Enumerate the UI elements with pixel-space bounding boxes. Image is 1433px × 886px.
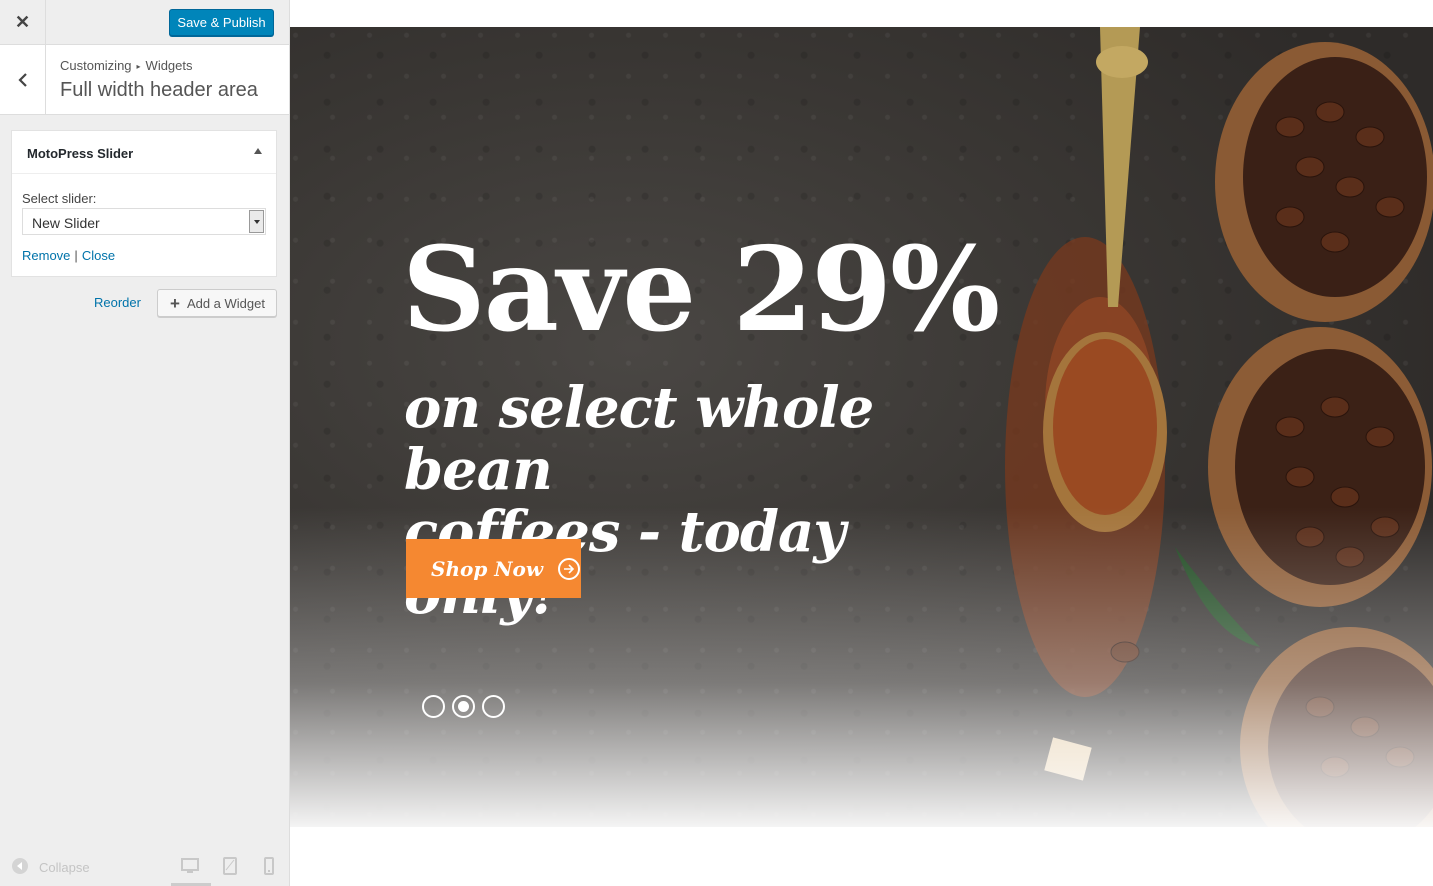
tablet-icon[interactable] bbox=[221, 857, 239, 875]
add-widget-label: Add a Widget bbox=[186, 295, 265, 311]
slider-pagination bbox=[422, 695, 505, 718]
slide-dot-3[interactable] bbox=[482, 695, 505, 718]
remove-widget-link[interactable]: Remove bbox=[22, 248, 70, 263]
widget-header[interactable]: MotoPress Slider bbox=[12, 131, 276, 174]
slider-select[interactable]: New Slider bbox=[22, 208, 266, 235]
site-preview: Save 29% on select whole bean coffees - … bbox=[290, 0, 1433, 886]
save-publish-button[interactable]: Save & Publish bbox=[169, 9, 274, 36]
arrow-right-circle-icon bbox=[558, 557, 581, 580]
back-button[interactable] bbox=[0, 45, 46, 115]
widget-actions: Remove | Close bbox=[22, 248, 115, 263]
customizer-sidebar: ✕ Save & Publish Customizing ▸ Widgets Ful… bbox=[0, 0, 290, 886]
shop-now-label: Shop Now bbox=[431, 556, 544, 581]
mobile-icon[interactable] bbox=[260, 857, 278, 875]
breadcrumb-separator-icon: ▸ bbox=[136, 62, 141, 71]
select-slider-label: Select slider: bbox=[22, 191, 97, 206]
slider-select-value: New Slider bbox=[32, 215, 100, 231]
section-header: Customizing ▸ Widgets Full width header ar… bbox=[0, 45, 289, 115]
desktop-icon[interactable] bbox=[181, 857, 199, 875]
chevron-left-icon bbox=[17, 73, 27, 87]
slide-subheadline-line1: on select whole bean bbox=[404, 375, 874, 503]
widget-title: MotoPress Slider bbox=[27, 146, 134, 161]
motopress-slider-widget: MotoPress Slider Select slider: New Slid… bbox=[11, 130, 277, 277]
add-widget-button[interactable]: + Add a Widget bbox=[157, 289, 277, 317]
dropdown-arrow-icon[interactable] bbox=[249, 210, 264, 233]
slide-dot-2[interactable] bbox=[452, 695, 475, 718]
section-title: Full width header area bbox=[60, 79, 258, 101]
plus-icon: + bbox=[170, 293, 180, 313]
actions-separator: | bbox=[74, 248, 78, 263]
close-customizer-button[interactable]: ✕ bbox=[0, 0, 46, 44]
customizer-topbar: ✕ Save & Publish bbox=[0, 0, 289, 45]
shop-now-button[interactable]: Shop Now bbox=[406, 539, 581, 598]
breadcrumb-current: Widgets bbox=[145, 58, 193, 73]
slider-slide: Save 29% on select whole bean coffees - … bbox=[290, 27, 1433, 827]
close-widget-link[interactable]: Close bbox=[82, 248, 115, 263]
breadcrumb-root: Customizing bbox=[60, 58, 132, 73]
close-icon: ✕ bbox=[14, 11, 31, 32]
collapse-label[interactable]: Collapse bbox=[39, 860, 90, 875]
slide-headline: Save 29% bbox=[402, 222, 1000, 358]
reorder-link[interactable]: Reorder bbox=[94, 295, 141, 310]
collapse-icon[interactable] bbox=[12, 858, 28, 874]
breadcrumb: Customizing ▸ Widgets bbox=[60, 58, 193, 73]
slide-dot-1[interactable] bbox=[422, 695, 445, 718]
collapse-arrow-icon[interactable] bbox=[254, 148, 262, 154]
customizer-footer: Collapse bbox=[0, 846, 289, 886]
